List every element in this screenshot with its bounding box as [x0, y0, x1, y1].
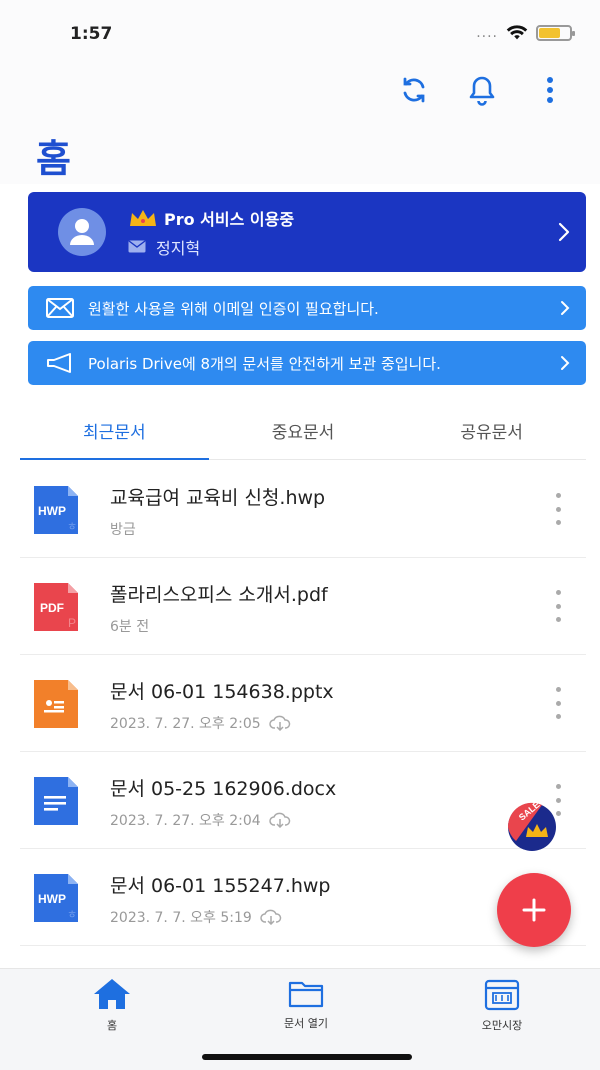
- drive-banner-text: Polaris Drive에 8개의 문서를 안전하게 보관 중입니다.: [88, 354, 441, 373]
- document-more-button[interactable]: [548, 687, 568, 719]
- nav-market-label: 오만시장: [481, 1019, 523, 1032]
- user-name: 정지혁: [156, 238, 201, 258]
- sale-badge[interactable]: SALE: [502, 797, 562, 853]
- document-row[interactable]: 문서 06-01 154638.pptx 2023. 7. 27. 오후 2:0…: [20, 655, 586, 752]
- document-name: 문서 06-01 154638.pptx: [110, 681, 334, 703]
- pro-service-label: Pro 서비스 이용중: [164, 209, 295, 229]
- tab-important[interactable]: 중요문서: [209, 402, 398, 459]
- document-time: 2023. 7. 7. 오후 5:19: [110, 910, 252, 926]
- home-indicator: [202, 1054, 412, 1060]
- bell-icon[interactable]: [466, 74, 498, 106]
- nav-open-label: 문서 열기: [284, 1017, 328, 1030]
- avatar: [58, 208, 106, 256]
- pro-service-info: Pro 서비스 이용중 정지혁: [128, 206, 294, 259]
- document-info: 교육급여 교육비 신청.hwp 방금: [110, 483, 325, 539]
- document-list: HWP ㅎ 교육급여 교육비 신청.hwp 방금 PDF P 폴라리스오피스 소…: [20, 461, 586, 946]
- user-line: 정지혁: [128, 235, 294, 259]
- pptx-file-icon: [34, 680, 78, 728]
- nav-market[interactable]: 오만시장: [442, 977, 562, 1033]
- pdf-file-icon: PDF P: [34, 583, 78, 631]
- pro-service-line: Pro 서비스 이용중: [128, 206, 294, 230]
- refresh-icon[interactable]: [398, 74, 430, 106]
- tab-shared[interactable]: 공유문서: [397, 402, 586, 459]
- tab-recent[interactable]: 최근문서: [20, 402, 209, 460]
- email-banner-text: 원활한 사용을 위해 이메일 인증이 필요합니다.: [88, 299, 379, 318]
- document-meta: 2023. 7. 27. 오후 2:04: [110, 810, 336, 830]
- document-more-button[interactable]: [548, 493, 568, 525]
- drive-storage-banner[interactable]: Polaris Drive에 8개의 문서를 안전하게 보관 중입니다.: [28, 341, 586, 385]
- store-icon: [484, 979, 520, 1011]
- document-meta: 2023. 7. 7. 오후 5:19: [110, 907, 330, 927]
- svg-text:P: P: [68, 616, 76, 630]
- chevron-right-icon: [561, 356, 570, 370]
- pro-service-card[interactable]: Pro 서비스 이용중 정지혁: [28, 192, 586, 272]
- add-document-button[interactable]: [497, 873, 571, 947]
- chevron-right-icon: [558, 222, 570, 242]
- svg-text:ㅎ: ㅎ: [67, 520, 77, 533]
- document-meta: 방금: [110, 519, 325, 539]
- svg-text:PDF: PDF: [40, 601, 64, 615]
- hwp-file-icon: HWP ㅎ: [34, 874, 78, 922]
- folder-icon: [288, 981, 324, 1008]
- home-icon: [94, 979, 130, 1009]
- envelope-icon: [46, 298, 74, 318]
- document-name: 교육급여 교육비 신청.hwp: [110, 487, 326, 509]
- svg-text:ㅎ: ㅎ: [67, 908, 77, 921]
- battery-icon: [536, 25, 575, 41]
- document-info: 폴라리스오피스 소개서.pdf 6분 전: [110, 580, 328, 636]
- status-indicators: ....: [476, 24, 575, 42]
- document-meta: 6분 전: [110, 616, 328, 636]
- nav-open-document[interactable]: 문서 열기: [246, 977, 366, 1031]
- cloud-download-icon: [260, 909, 282, 925]
- nav-home-label: 홈: [106, 1019, 118, 1032]
- chevron-right-icon: [561, 301, 570, 315]
- document-info: 문서 06-01 154638.pptx 2023. 7. 27. 오후 2:0…: [110, 677, 334, 733]
- megaphone-icon: [47, 353, 71, 373]
- crown-icon: [130, 209, 156, 226]
- page-title: 홈: [36, 137, 71, 181]
- document-row[interactable]: HWP ㅎ 교육급여 교육비 신청.hwp 방금: [20, 461, 586, 558]
- svg-text:HWP: HWP: [38, 892, 66, 906]
- document-time: 6분 전: [110, 619, 150, 635]
- document-info: 문서 05-25 162906.docx 2023. 7. 27. 오후 2:0…: [110, 774, 336, 830]
- cloud-download-icon: [268, 812, 290, 828]
- mail-icon: [128, 240, 146, 253]
- status-time: 1:57: [70, 24, 113, 44]
- document-meta: 2023. 7. 27. 오후 2:05: [110, 713, 334, 733]
- document-more-button[interactable]: [548, 590, 568, 622]
- wifi-icon: [506, 25, 528, 40]
- signal-icon: ....: [476, 25, 498, 41]
- status-bar: 1:57 ....: [0, 0, 600, 64]
- hwp-file-icon: HWP ㅎ: [34, 486, 78, 534]
- header-actions: [398, 74, 566, 106]
- app-header: 홈: [0, 64, 600, 184]
- document-name: 폴라리스오피스 소개서.pdf: [110, 584, 328, 606]
- document-name: 문서 05-25 162906.docx: [110, 778, 337, 800]
- document-row[interactable]: PDF P 폴라리스오피스 소개서.pdf 6분 전: [20, 558, 586, 655]
- document-time: 방금: [110, 522, 136, 538]
- nav-home[interactable]: 홈: [52, 977, 172, 1033]
- plus-icon: [522, 898, 546, 922]
- cloud-download-icon: [268, 715, 290, 731]
- document-info: 문서 06-01 155247.hwp 2023. 7. 7. 오후 5:19: [110, 871, 330, 927]
- document-time: 2023. 7. 27. 오후 2:04: [110, 813, 261, 829]
- email-verify-banner[interactable]: 원활한 사용을 위해 이메일 인증이 필요합니다.: [28, 286, 586, 330]
- document-name: 문서 06-01 155247.hwp: [110, 875, 331, 897]
- more-vertical-icon[interactable]: [534, 74, 566, 106]
- docx-file-icon: [34, 777, 78, 825]
- document-time: 2023. 7. 27. 오후 2:05: [110, 716, 261, 732]
- document-tabs: 최근문서 중요문서 공유문서: [20, 402, 586, 460]
- svg-text:HWP: HWP: [38, 504, 66, 518]
